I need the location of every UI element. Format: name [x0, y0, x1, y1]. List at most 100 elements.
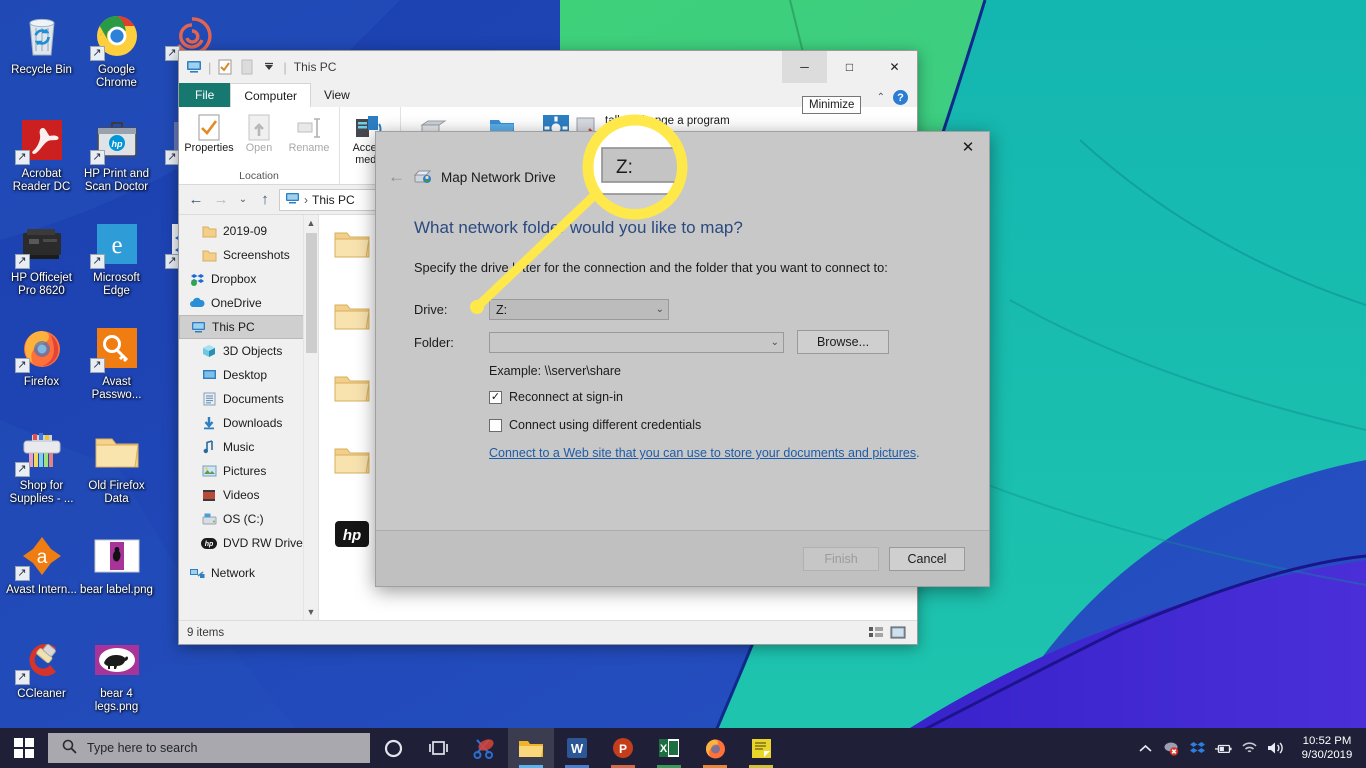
- reconnect-checkbox-row[interactable]: ✓ Reconnect at sign-in: [414, 390, 953, 404]
- breadcrumb[interactable]: This PC: [312, 193, 355, 207]
- nav-item-pictures[interactable]: Pictures: [179, 459, 318, 483]
- dropbox-tray-icon[interactable]: [1189, 740, 1206, 757]
- tab-file[interactable]: File: [179, 83, 231, 107]
- ribbon-rename-button[interactable]: Rename: [285, 110, 333, 170]
- status-item-count: 9 items: [187, 626, 225, 639]
- taskbar-sticky-notes-icon[interactable]: [738, 728, 784, 768]
- desktop-icon-recycle-bin[interactable]: Recycle Bin: [4, 6, 79, 110]
- desktop-icon-old-firefox-data[interactable]: Old Firefox Data: [79, 422, 154, 526]
- nav-item-os-c[interactable]: OS (C:): [179, 507, 318, 531]
- taskbar-powerpoint-icon[interactable]: P: [600, 728, 646, 768]
- search-input[interactable]: Type here to search: [48, 733, 370, 763]
- desktop-icon-hp-officejet-pro-8620[interactable]: ↗ HP Officejet Pro 8620: [4, 214, 79, 318]
- help-icon[interactable]: ?: [893, 90, 908, 105]
- tab-view[interactable]: View: [311, 83, 363, 107]
- close-button[interactable]: ✕: [872, 51, 917, 83]
- desktop-icon-shop-for-supplies[interactable]: ↗ Shop for Supplies - ...: [4, 422, 79, 526]
- taskbar-file-explorer-icon[interactable]: [508, 728, 554, 768]
- nav-item-music[interactable]: Music: [179, 435, 318, 459]
- nav-item-label: OS (C:): [223, 512, 264, 526]
- nav-item-this-pc[interactable]: This PC: [179, 315, 318, 339]
- cancel-button[interactable]: Cancel: [889, 546, 965, 571]
- file-list-item[interactable]: hp: [333, 517, 373, 565]
- back-arrow-icon[interactable]: ←: [388, 167, 405, 187]
- taskbar-excel-icon[interactable]: X: [646, 728, 692, 768]
- desktop-icon-avast-internet-security[interactable]: a ↗ Avast Intern...: [4, 526, 79, 630]
- dialog-header: ← Map Network Drive: [376, 162, 989, 192]
- desktop-icon-hp-print-scan-doctor[interactable]: hp ↗ HP Print and Scan Doctor: [79, 110, 154, 214]
- tab-computer[interactable]: Computer: [230, 83, 312, 107]
- wifi-icon[interactable]: [1241, 740, 1258, 757]
- maximize-button[interactable]: □: [827, 51, 872, 83]
- recent-locations-icon[interactable]: ⌄: [235, 189, 251, 211]
- desktop-icon-ccleaner[interactable]: ↗ CCleaner: [4, 630, 79, 734]
- file-list-item[interactable]: [333, 229, 373, 277]
- nav-item-screenshots[interactable]: Screenshots: [179, 243, 318, 267]
- up-button[interactable]: ↑: [254, 189, 276, 211]
- desktop-icon-acrobat-reader[interactable]: ↗ Acrobat Reader DC: [4, 110, 79, 214]
- chevron-down-icon[interactable]: ⌄: [656, 300, 664, 319]
- volume-icon[interactable]: [1267, 740, 1284, 757]
- large-icons-view-button[interactable]: [887, 624, 909, 642]
- nav-item-3d-objects[interactable]: 3D Objects: [179, 339, 318, 363]
- reconnect-checkbox[interactable]: ✓: [489, 390, 502, 404]
- file-list-item[interactable]: [333, 301, 373, 349]
- finish-button[interactable]: Finish: [803, 546, 879, 571]
- desktop-icon-label: bear 4 legs.png: [94, 688, 139, 713]
- desktop-icon-avast-passwords[interactable]: ↗ Avast Passwo...: [79, 318, 154, 422]
- web-link-period: .: [916, 446, 920, 460]
- credentials-checkbox-row[interactable]: Connect using different credentials: [414, 418, 953, 432]
- drive-select[interactable]: Z: ⌄: [489, 299, 669, 320]
- nav-item-downloads[interactable]: Downloads: [179, 411, 318, 435]
- nav-item-onedrive[interactable]: OneDrive: [179, 291, 318, 315]
- minimize-button[interactable]: ─: [782, 51, 827, 83]
- taskbar-word-icon[interactable]: W: [554, 728, 600, 768]
- battery-icon[interactable]: [1215, 740, 1232, 757]
- nav-item-dvd-rw-drive[interactable]: hp DVD RW Drive (D: [179, 531, 318, 555]
- browse-button[interactable]: Browse...: [797, 330, 889, 354]
- taskbar-task-view-icon[interactable]: [416, 728, 462, 768]
- avast-tray-icon[interactable]: [1163, 740, 1180, 757]
- new-folder-quick-icon[interactable]: [238, 58, 256, 76]
- scroll-down-icon[interactable]: ▼: [307, 604, 316, 620]
- start-button[interactable]: [0, 728, 48, 768]
- taskbar-firefox-icon[interactable]: [692, 728, 738, 768]
- nav-item-network[interactable]: Network: [179, 561, 318, 585]
- collapse-ribbon-icon[interactable]: ⌃: [877, 92, 885, 103]
- properties-quick-icon[interactable]: [216, 58, 234, 76]
- dialog-close-button[interactable]: ✕: [953, 136, 983, 158]
- chevron-down-icon[interactable]: [260, 58, 278, 76]
- forward-button[interactable]: →: [210, 189, 232, 211]
- nav-item-desktop[interactable]: Desktop: [179, 363, 318, 387]
- web-site-link[interactable]: Connect to a Web site that you can use t…: [489, 446, 916, 460]
- desktop-icon-bear-4-legs-png[interactable]: bear 4 legs.png: [79, 630, 154, 734]
- chevron-down-icon[interactable]: ⌄: [771, 333, 779, 352]
- credentials-checkbox[interactable]: [489, 418, 502, 432]
- nav-pane-scrollbar[interactable]: ▲ ▼: [303, 215, 318, 620]
- back-button[interactable]: ←: [185, 189, 207, 211]
- os-drive-icon: [201, 511, 217, 527]
- taskbar-snip-sketch-icon[interactable]: [462, 728, 508, 768]
- desktop-icon-firefox[interactable]: ↗ Firefox: [4, 318, 79, 422]
- folder-combobox[interactable]: ⌄: [489, 331, 784, 353]
- details-view-button[interactable]: [865, 624, 887, 642]
- this-pc-icon[interactable]: [185, 58, 203, 76]
- nav-item-dropbox[interactable]: Dropbox: [179, 267, 318, 291]
- show-hidden-icons-chevron[interactable]: [1137, 740, 1154, 757]
- nav-item-2019-09[interactable]: 2019-09: [179, 219, 318, 243]
- file-list-item[interactable]: [333, 445, 373, 493]
- taskbar-cortana-icon[interactable]: [370, 728, 416, 768]
- desktop-icon-bear-label-png[interactable]: bear label.png: [79, 526, 154, 630]
- file-list-item[interactable]: [333, 373, 373, 421]
- desktop-icon-microsoft-edge[interactable]: e ↗ Microsoft Edge: [79, 214, 154, 318]
- taskbar-clock[interactable]: 10:52 PM 9/30/2019: [1292, 734, 1366, 762]
- ribbon-properties-button[interactable]: Properties: [184, 110, 234, 170]
- scroll-up-icon[interactable]: ▲: [307, 215, 316, 231]
- ribbon-uninstall-label[interactable]: tall or change a program: [605, 115, 730, 127]
- shortcut-arrow-icon: ↗: [14, 254, 30, 269]
- nav-item-videos[interactable]: Videos: [179, 483, 318, 507]
- scrollbar-thumb[interactable]: [305, 233, 317, 353]
- desktop-icon-google-chrome[interactable]: ↗ Google Chrome: [79, 6, 154, 110]
- nav-item-documents[interactable]: Documents: [179, 387, 318, 411]
- ribbon-open-button[interactable]: Open: [235, 110, 283, 170]
